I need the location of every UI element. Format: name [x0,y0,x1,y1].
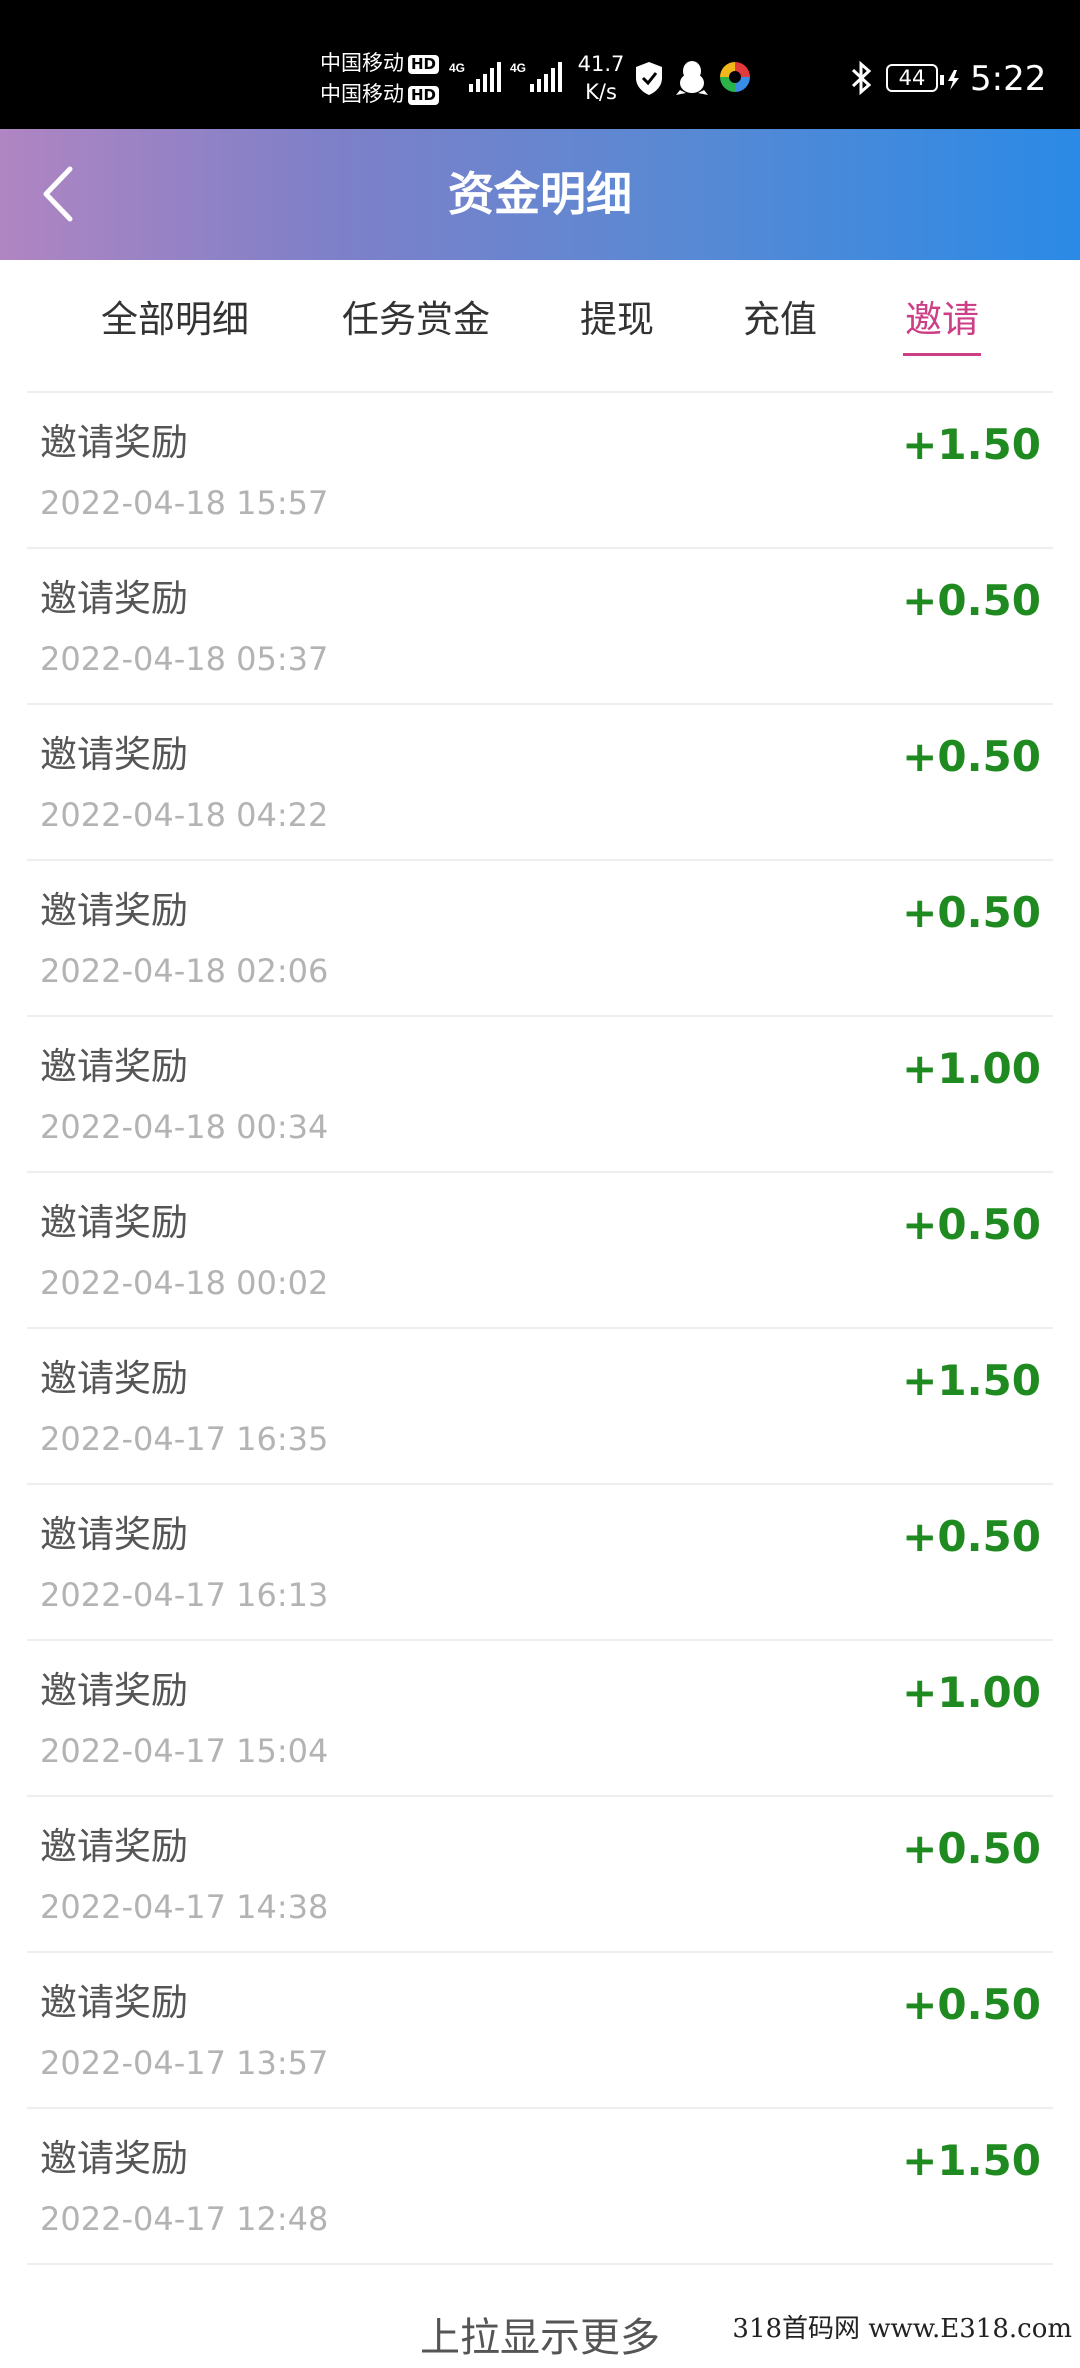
tab-task-rewards[interactable]: 任务赏金 [336,260,496,391]
record-time: 2022-04-17 15:04 [40,1732,329,1770]
tab-all-details[interactable]: 全部明细 [95,260,255,391]
net-speed-value: 41.7 [577,52,625,76]
chevron-left-icon [43,166,73,222]
list-item[interactable]: 邀请奖励 2022-04-18 00:02 +0.50 [27,1173,1053,1329]
list-item[interactable]: 邀请奖励 2022-04-18 00:34 +1.00 [27,1017,1053,1173]
carrier-1-label: 中国移动 [320,51,404,75]
record-time: 2022-04-18 02:06 [40,952,329,990]
record-title: 邀请奖励 [40,1513,188,1556]
shield-icon [636,62,662,95]
list-item[interactable]: 邀请奖励 2022-04-17 16:13 +0.50 [27,1485,1053,1641]
signal-icon: 4G [449,61,501,92]
carrier-2-label: 中国移动 [320,82,404,106]
record-title: 邀请奖励 [40,1357,188,1400]
hd-badge-2: HD [408,85,440,105]
tab-recharge[interactable]: 充值 [739,260,821,391]
record-amount: +1.50 [902,2136,1041,2185]
network-1-label: 4G [449,61,465,75]
record-title: 邀请奖励 [40,2137,188,2180]
record-amount: +0.50 [902,1200,1041,1249]
tab-invite[interactable]: 邀请 [901,260,983,391]
record-amount: +0.50 [902,1824,1041,1873]
tab-withdraw[interactable]: 提现 [576,260,658,391]
list-item[interactable]: 邀请奖励 2022-04-18 04:22 +0.50 [27,705,1053,861]
record-time: 2022-04-18 00:34 [40,1108,329,1146]
carrier-info: 中国移动 HD 中国移动 HD [320,48,440,110]
list-item[interactable]: 邀请奖励 2022-04-18 05:37 +0.50 [27,549,1053,705]
list-item[interactable]: 邀请奖励 2022-04-17 13:57 +0.50 [27,1953,1053,2109]
battery-level: 44 [898,66,926,90]
back-button[interactable] [30,159,100,229]
record-time: 2022-04-17 12:48 [40,2200,329,2238]
status-time: 5:22 [970,59,1047,99]
record-amount: +0.50 [902,576,1041,625]
record-time: 2022-04-17 13:57 [40,2044,329,2082]
battery-icon: 44 [886,64,938,92]
record-title: 邀请奖励 [40,1045,188,1088]
net-speed: 41.7 K/s [573,50,629,106]
record-amount: +1.50 [902,420,1041,469]
record-amount: +0.50 [902,1980,1041,2029]
record-title: 邀请奖励 [40,1669,188,1712]
record-title: 邀请奖励 [40,577,188,620]
record-time: 2022-04-18 05:37 [40,640,329,678]
active-tab-indicator [903,353,981,356]
record-amount: +1.00 [902,1044,1041,1093]
network-2-label: 4G [510,61,526,75]
app-icon [720,62,750,92]
penguin-icon [676,61,708,95]
list-item[interactable]: 邀请奖励 2022-04-18 15:57 +1.50 [27,393,1053,549]
signal-icon-2: 4G [510,61,562,92]
record-time: 2022-04-17 16:35 [40,1420,329,1458]
record-time: 2022-04-18 00:02 [40,1264,329,1302]
list-item[interactable]: 邀请奖励 2022-04-17 16:35 +1.50 [27,1329,1053,1485]
record-title: 邀请奖励 [40,1825,188,1868]
record-time: 2022-04-17 16:13 [40,1576,329,1614]
record-title: 邀请奖励 [40,421,188,464]
record-amount: +0.50 [902,1512,1041,1561]
hd-badge: HD [408,54,440,74]
record-amount: +1.00 [902,1668,1041,1717]
charging-icon [940,70,959,90]
record-time: 2022-04-18 15:57 [40,484,329,522]
record-title: 邀请奖励 [40,889,188,932]
list-item[interactable]: 邀请奖励 2022-04-17 14:38 +0.50 [27,1797,1053,1953]
watermark: 318首码网 www.E318.com [724,2310,1080,2348]
record-title: 邀请奖励 [40,1981,188,2024]
status-bar: 中国移动 HD 中国移动 HD 4G 4G 41.7 K/s 44 5:22 [0,0,1080,129]
net-speed-unit: K/s [585,80,617,104]
list-item[interactable]: 邀请奖励 2022-04-18 02:06 +0.50 [27,861,1053,1017]
record-amount: +1.50 [902,1356,1041,1405]
record-amount: +0.50 [902,888,1041,937]
record-amount: +0.50 [902,732,1041,781]
bluetooth-icon [851,60,872,96]
list-item[interactable]: 邀请奖励 2022-04-17 15:04 +1.00 [27,1641,1053,1797]
list-item[interactable]: 邀请奖励 2022-04-17 12:48 +1.50 [27,2109,1053,2265]
record-list: 邀请奖励 2022-04-18 15:57 +1.50 邀请奖励 2022-04… [27,391,1053,2265]
header-bar: 资金明细 [0,129,1080,260]
tab-bar: 全部明细 任务赏金 提现 充值 邀请 [0,260,1080,391]
record-title: 邀请奖励 [40,1201,188,1244]
page-title: 资金明细 [448,167,632,221]
record-time: 2022-04-18 04:22 [40,796,329,834]
record-title: 邀请奖励 [40,733,188,776]
record-time: 2022-04-17 14:38 [40,1888,329,1926]
